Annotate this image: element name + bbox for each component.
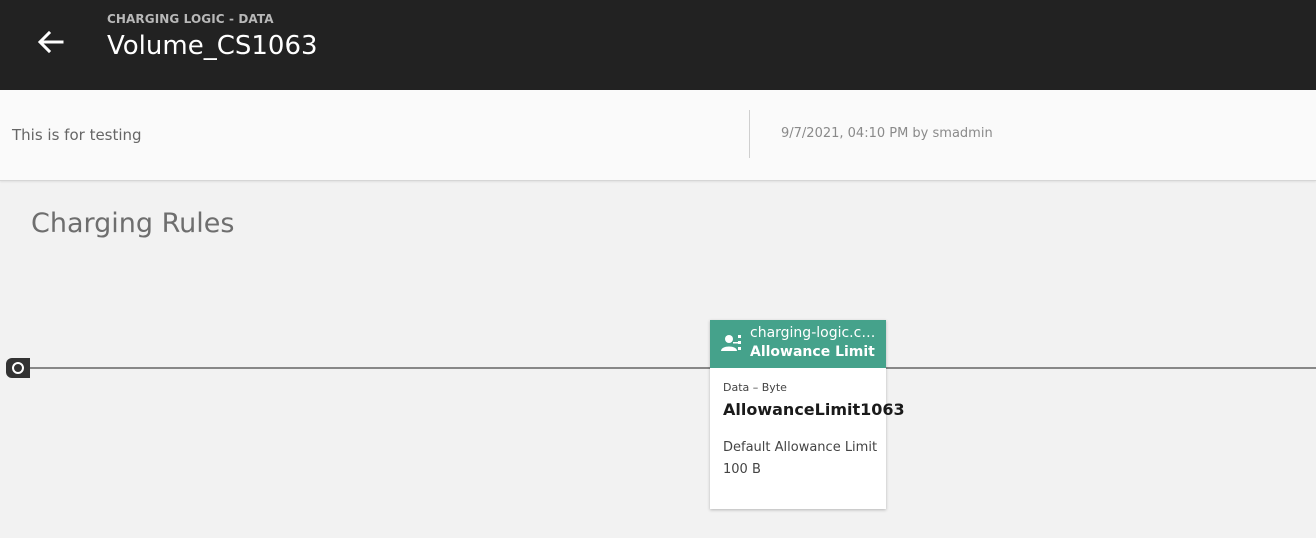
rule-reference: charging-logic.ch... [750, 325, 880, 341]
description-text: This is for testing [12, 126, 142, 144]
section-title: Charging Rules [31, 208, 235, 239]
arrow-left-icon [37, 30, 64, 54]
circle-start-icon [12, 362, 24, 374]
rule-type: Allowance Limit [750, 344, 875, 360]
modified-info: 9/7/2021, 04:10 PM by smadmin [781, 126, 993, 141]
rule-param-label: Default Allowance Limit [723, 440, 878, 455]
info-divider [749, 110, 750, 158]
info-bar: This is for testing 9/7/2021, 04:10 PM b… [0, 90, 1316, 181]
flow-line [18, 367, 1316, 369]
page-subtitle: CHARGING LOGIC - DATA [107, 12, 274, 26]
rule-category: Data – Byte [723, 381, 787, 394]
charging-rule-card[interactable]: charging-logic.ch... Allowance Limit Dat… [710, 320, 905, 509]
rule-name: AllowanceLimit1063 [723, 400, 905, 419]
rule-card-header: charging-logic.ch... Allowance Limit [710, 320, 886, 368]
page-title: Volume_CS1063 [107, 31, 318, 61]
back-button[interactable] [34, 27, 66, 57]
rule-param-value: 100 B [723, 462, 761, 477]
flow-start-node[interactable] [6, 358, 30, 378]
user-rule-icon [721, 335, 741, 351]
top-bar: CHARGING LOGIC - DATA Volume_CS1063 [0, 0, 1316, 90]
